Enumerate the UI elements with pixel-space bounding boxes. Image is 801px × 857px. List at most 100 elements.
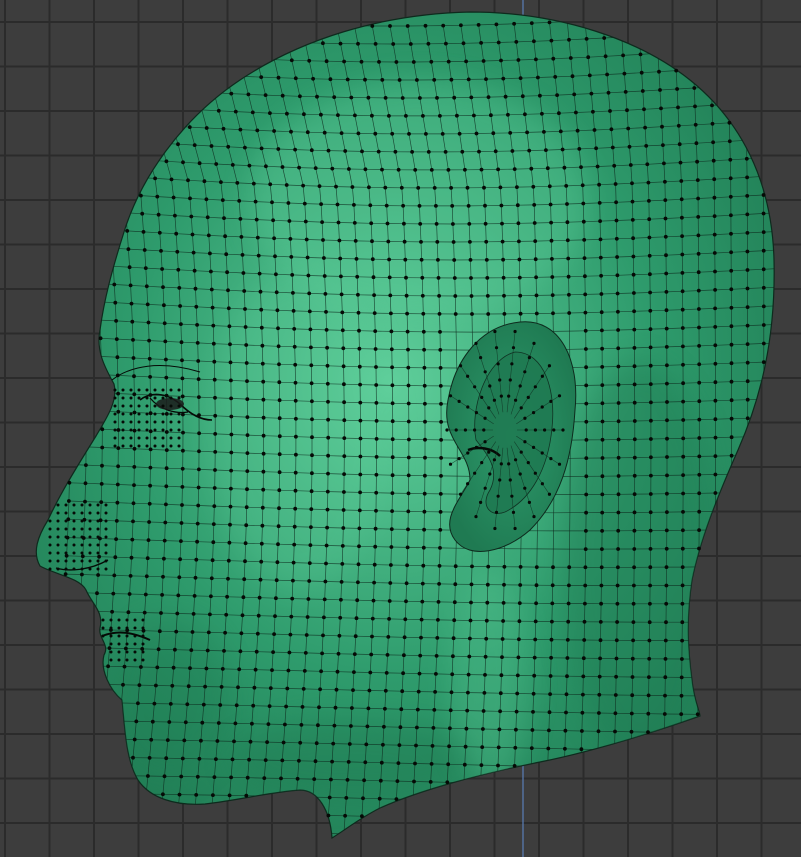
- mesh-vertex: [261, 451, 266, 456]
- mesh-vertex: [567, 311, 572, 315]
- mesh-vertex: [104, 567, 108, 571]
- mesh-vertex: [326, 471, 330, 476]
- mesh-vertex: [363, 760, 368, 765]
- mesh-vertex: [96, 559, 100, 563]
- mesh-vertex: [519, 406, 523, 410]
- mesh-vertex: [114, 337, 119, 341]
- mesh-vertex: [209, 287, 214, 292]
- mesh-vertex: [500, 221, 504, 226]
- mesh-vertex: [549, 399, 553, 404]
- mesh-vertex: [161, 792, 165, 797]
- mesh-vertex: [291, 578, 295, 583]
- mesh-vertex: [483, 416, 487, 420]
- mesh-vertex: [648, 308, 653, 313]
- mesh-vertex: [387, 114, 391, 118]
- mesh-vertex: [584, 492, 589, 497]
- mesh-vertex: [48, 551, 52, 555]
- mesh-vertex: [498, 185, 503, 190]
- mesh-vertex: [221, 126, 226, 131]
- mesh-vertex: [80, 527, 84, 531]
- viewport-canvas[interactable]: [0, 0, 801, 857]
- mesh-vertex: [263, 758, 268, 762]
- mesh-vertex: [146, 320, 151, 325]
- mesh-vertex: [285, 686, 290, 691]
- mesh-vertex: [56, 511, 60, 515]
- mesh-vertex: [205, 648, 210, 653]
- mesh-vertex: [321, 238, 325, 242]
- mesh-vertex: [291, 309, 296, 313]
- mesh-vertex: [96, 511, 100, 515]
- mesh-vertex: [129, 388, 133, 392]
- mesh-vertex: [359, 59, 364, 64]
- mesh-vertex: [600, 529, 604, 533]
- mesh-vertex: [468, 618, 473, 623]
- head-mesh[interactable]: [0, 8, 780, 857]
- mesh-vertex: [429, 59, 434, 64]
- mesh-vertex: [251, 703, 256, 708]
- mesh-vertex: [615, 273, 620, 278]
- mesh-vertex: [551, 565, 555, 570]
- mesh-vertex: [648, 272, 652, 277]
- mesh-vertex: [630, 181, 634, 186]
- mesh-vertex: [606, 90, 611, 95]
- 3d-viewport[interactable]: [0, 0, 801, 857]
- mesh-vertex: [498, 378, 502, 382]
- mesh-vertex: [280, 165, 285, 169]
- mesh-vertex: [146, 774, 150, 778]
- mesh-vertex: [487, 450, 491, 454]
- mesh-vertex: [626, 126, 631, 131]
- mesh-vertex: [665, 436, 669, 441]
- mesh-vertex: [697, 344, 701, 348]
- mesh-vertex: [365, 724, 370, 729]
- mesh-vertex: [177, 388, 181, 392]
- mesh-vertex: [648, 565, 653, 570]
- mesh-vertex: [513, 329, 517, 334]
- mesh-vertex: [387, 275, 392, 280]
- mesh-vertex: [336, 651, 341, 656]
- mesh-vertex: [357, 526, 362, 531]
- mesh-vertex: [581, 201, 586, 206]
- mesh-vertex: [665, 510, 669, 514]
- mesh-vertex: [580, 710, 585, 715]
- mesh-vertex: [109, 658, 113, 662]
- mesh-vertex: [446, 168, 451, 172]
- mesh-vertex: [326, 453, 330, 458]
- mesh-vertex: [275, 560, 280, 565]
- mesh-vertex: [623, 90, 628, 94]
- mesh-vertex: [164, 430, 169, 434]
- mesh-vertex: [514, 709, 519, 714]
- mesh-vertex: [132, 392, 137, 397]
- mesh-vertex: [164, 357, 168, 362]
- mesh-vertex: [466, 690, 470, 695]
- mesh-vertex: [211, 341, 216, 346]
- mesh-vertex: [169, 420, 173, 424]
- mesh-vertex: [191, 250, 196, 255]
- mesh-vertex: [693, 104, 697, 109]
- mesh-vertex: [712, 251, 717, 255]
- mesh-vertex: [328, 77, 333, 82]
- mesh-vertex: [390, 491, 395, 495]
- mesh-vertex: [557, 462, 562, 466]
- mesh-vertex: [238, 649, 243, 654]
- mesh-vertex: [517, 239, 521, 244]
- mesh-vertex: [531, 411, 536, 415]
- mesh-vertex: [177, 575, 182, 580]
- mesh-vertex: [444, 41, 448, 46]
- mesh-vertex: [696, 288, 701, 293]
- mesh-vertex: [80, 554, 85, 559]
- mesh-vertex: [297, 758, 301, 763]
- mesh-vertex: [273, 254, 277, 259]
- mesh-vertex: [317, 184, 322, 189]
- mesh-vertex: [280, 93, 285, 98]
- mesh-vertex: [177, 428, 181, 432]
- mesh-vertex: [614, 656, 619, 661]
- mesh-vertex: [663, 657, 668, 661]
- mesh-vertex: [438, 510, 443, 514]
- mesh-vertex: [226, 288, 230, 293]
- mesh-vertex: [518, 293, 523, 298]
- mesh-vertex: [468, 636, 472, 641]
- mesh-vertex: [226, 306, 231, 311]
- mesh-vertex: [387, 599, 392, 603]
- mesh-vertex: [697, 399, 702, 404]
- mesh-vertex: [632, 291, 636, 295]
